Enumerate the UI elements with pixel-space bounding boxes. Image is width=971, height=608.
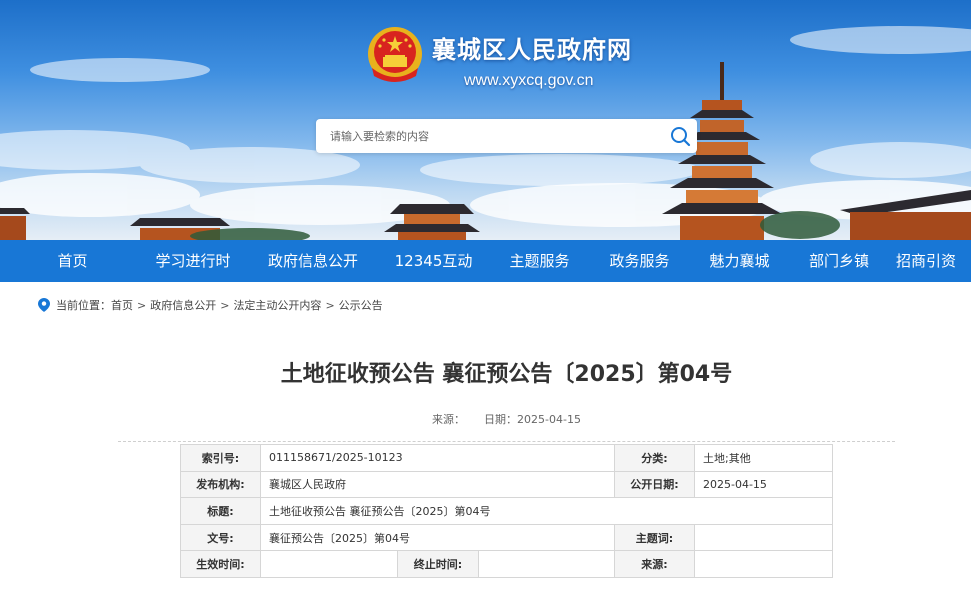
- nav-item-investment[interactable]: 招商引资: [881, 240, 971, 282]
- pubdate-value: 2025-04-15: [694, 470, 833, 499]
- title-label: 标题:: [180, 497, 261, 525]
- source-label: 来源:: [614, 550, 695, 578]
- nav-item-gov-info[interactable]: 政府信息公开: [241, 240, 385, 282]
- pubdate-label: 公开日期:: [614, 470, 695, 499]
- publisher-value: 襄城区人民政府: [260, 470, 615, 499]
- header-banner: 襄城区人民政府网 www.xyxcq.gov.cn: [0, 0, 971, 240]
- table-row: 索引号: 011158671/2025-10123 分类: 土地;其他: [180, 444, 833, 472]
- breadcrumb-gov-info[interactable]: 政府信息公开: [150, 297, 216, 313]
- pavilion-illustration: [384, 204, 480, 240]
- keywords-value: [694, 523, 833, 552]
- divider: [118, 441, 895, 442]
- main-nav: 首页 学习进行时 政府信息公开 12345互动 主题服务 政务服务 魅力襄城 部…: [0, 240, 971, 282]
- breadcrumb-statutory[interactable]: 法定主动公开内容: [233, 297, 321, 313]
- location-pin-icon: [38, 298, 50, 312]
- index-label: 索引号:: [180, 444, 261, 472]
- nav-item-study[interactable]: 学习进行时: [145, 240, 241, 282]
- search-bar: [316, 119, 697, 153]
- nav-item-home[interactable]: 首页: [0, 240, 145, 282]
- nav-item-charm[interactable]: 魅力襄城: [682, 240, 797, 282]
- nav-item-theme-service[interactable]: 主题服务: [482, 240, 597, 282]
- national-emblem-icon: [368, 27, 422, 82]
- expiry-value: [478, 550, 615, 578]
- table-row: 生效时间: 终止时间: 来源:: [180, 550, 833, 578]
- nav-item-departments[interactable]: 部门乡镇: [797, 240, 881, 282]
- site-title: 襄城区人民政府网: [432, 36, 632, 64]
- search-icon[interactable]: [669, 125, 691, 147]
- breadcrumb-separator: >: [137, 298, 147, 312]
- site-url: www.xyxcq.gov.cn: [464, 72, 594, 89]
- breadcrumb-announcements[interactable]: 公示公告: [339, 297, 383, 313]
- title-value: 土地征收预公告 襄征预公告〔2025〕第04号: [260, 497, 833, 525]
- document-info-table: 索引号: 011158671/2025-10123 分类: 土地;其他 发布机构…: [180, 444, 833, 578]
- breadcrumb-separator: >: [220, 298, 230, 312]
- meta-date-label: 日期：: [484, 413, 518, 426]
- breadcrumb-home[interactable]: 首页: [111, 297, 133, 313]
- article-meta: 来源： 日期：2025-04-15: [0, 411, 971, 427]
- category-value: 土地;其他: [694, 444, 833, 472]
- nav-item-gov-service[interactable]: 政务服务: [597, 240, 682, 282]
- table-row: 文号: 襄征预公告〔2025〕第04号 主题词:: [180, 523, 833, 552]
- meta-source-label: 来源：: [432, 413, 466, 426]
- nav-item-12345[interactable]: 12345互动: [385, 240, 482, 282]
- effective-value: [260, 550, 398, 578]
- search-input[interactable]: [316, 119, 646, 153]
- keywords-label: 主题词:: [614, 523, 695, 552]
- breadcrumb: 当前位置： 首页 > 政府信息公开 > 法定主动公开内容 > 公示公告: [38, 297, 383, 313]
- article-title: 土地征收预公告 襄征预公告〔2025〕第04号: [280, 362, 733, 387]
- category-label: 分类:: [614, 444, 695, 472]
- docno-label: 文号:: [180, 523, 261, 552]
- expiry-label: 终止时间:: [397, 550, 479, 578]
- site-brand[interactable]: 襄城区人民政府网 www.xyxcq.gov.cn: [366, 24, 632, 90]
- index-value: 011158671/2025-10123: [260, 444, 615, 472]
- breadcrumb-separator: >: [325, 298, 335, 312]
- table-row: 发布机构: 襄城区人民政府 公开日期: 2025-04-15: [180, 470, 833, 499]
- docno-value: 襄征预公告〔2025〕第04号: [260, 523, 615, 552]
- publisher-label: 发布机构:: [180, 470, 261, 499]
- breadcrumb-prefix: 当前位置：: [56, 299, 111, 312]
- effective-label: 生效时间:: [180, 550, 261, 578]
- meta-date-value: 2025-04-15: [517, 413, 581, 426]
- source-value: [694, 550, 833, 578]
- table-row: 标题: 土地征收预公告 襄征预公告〔2025〕第04号: [180, 497, 833, 525]
